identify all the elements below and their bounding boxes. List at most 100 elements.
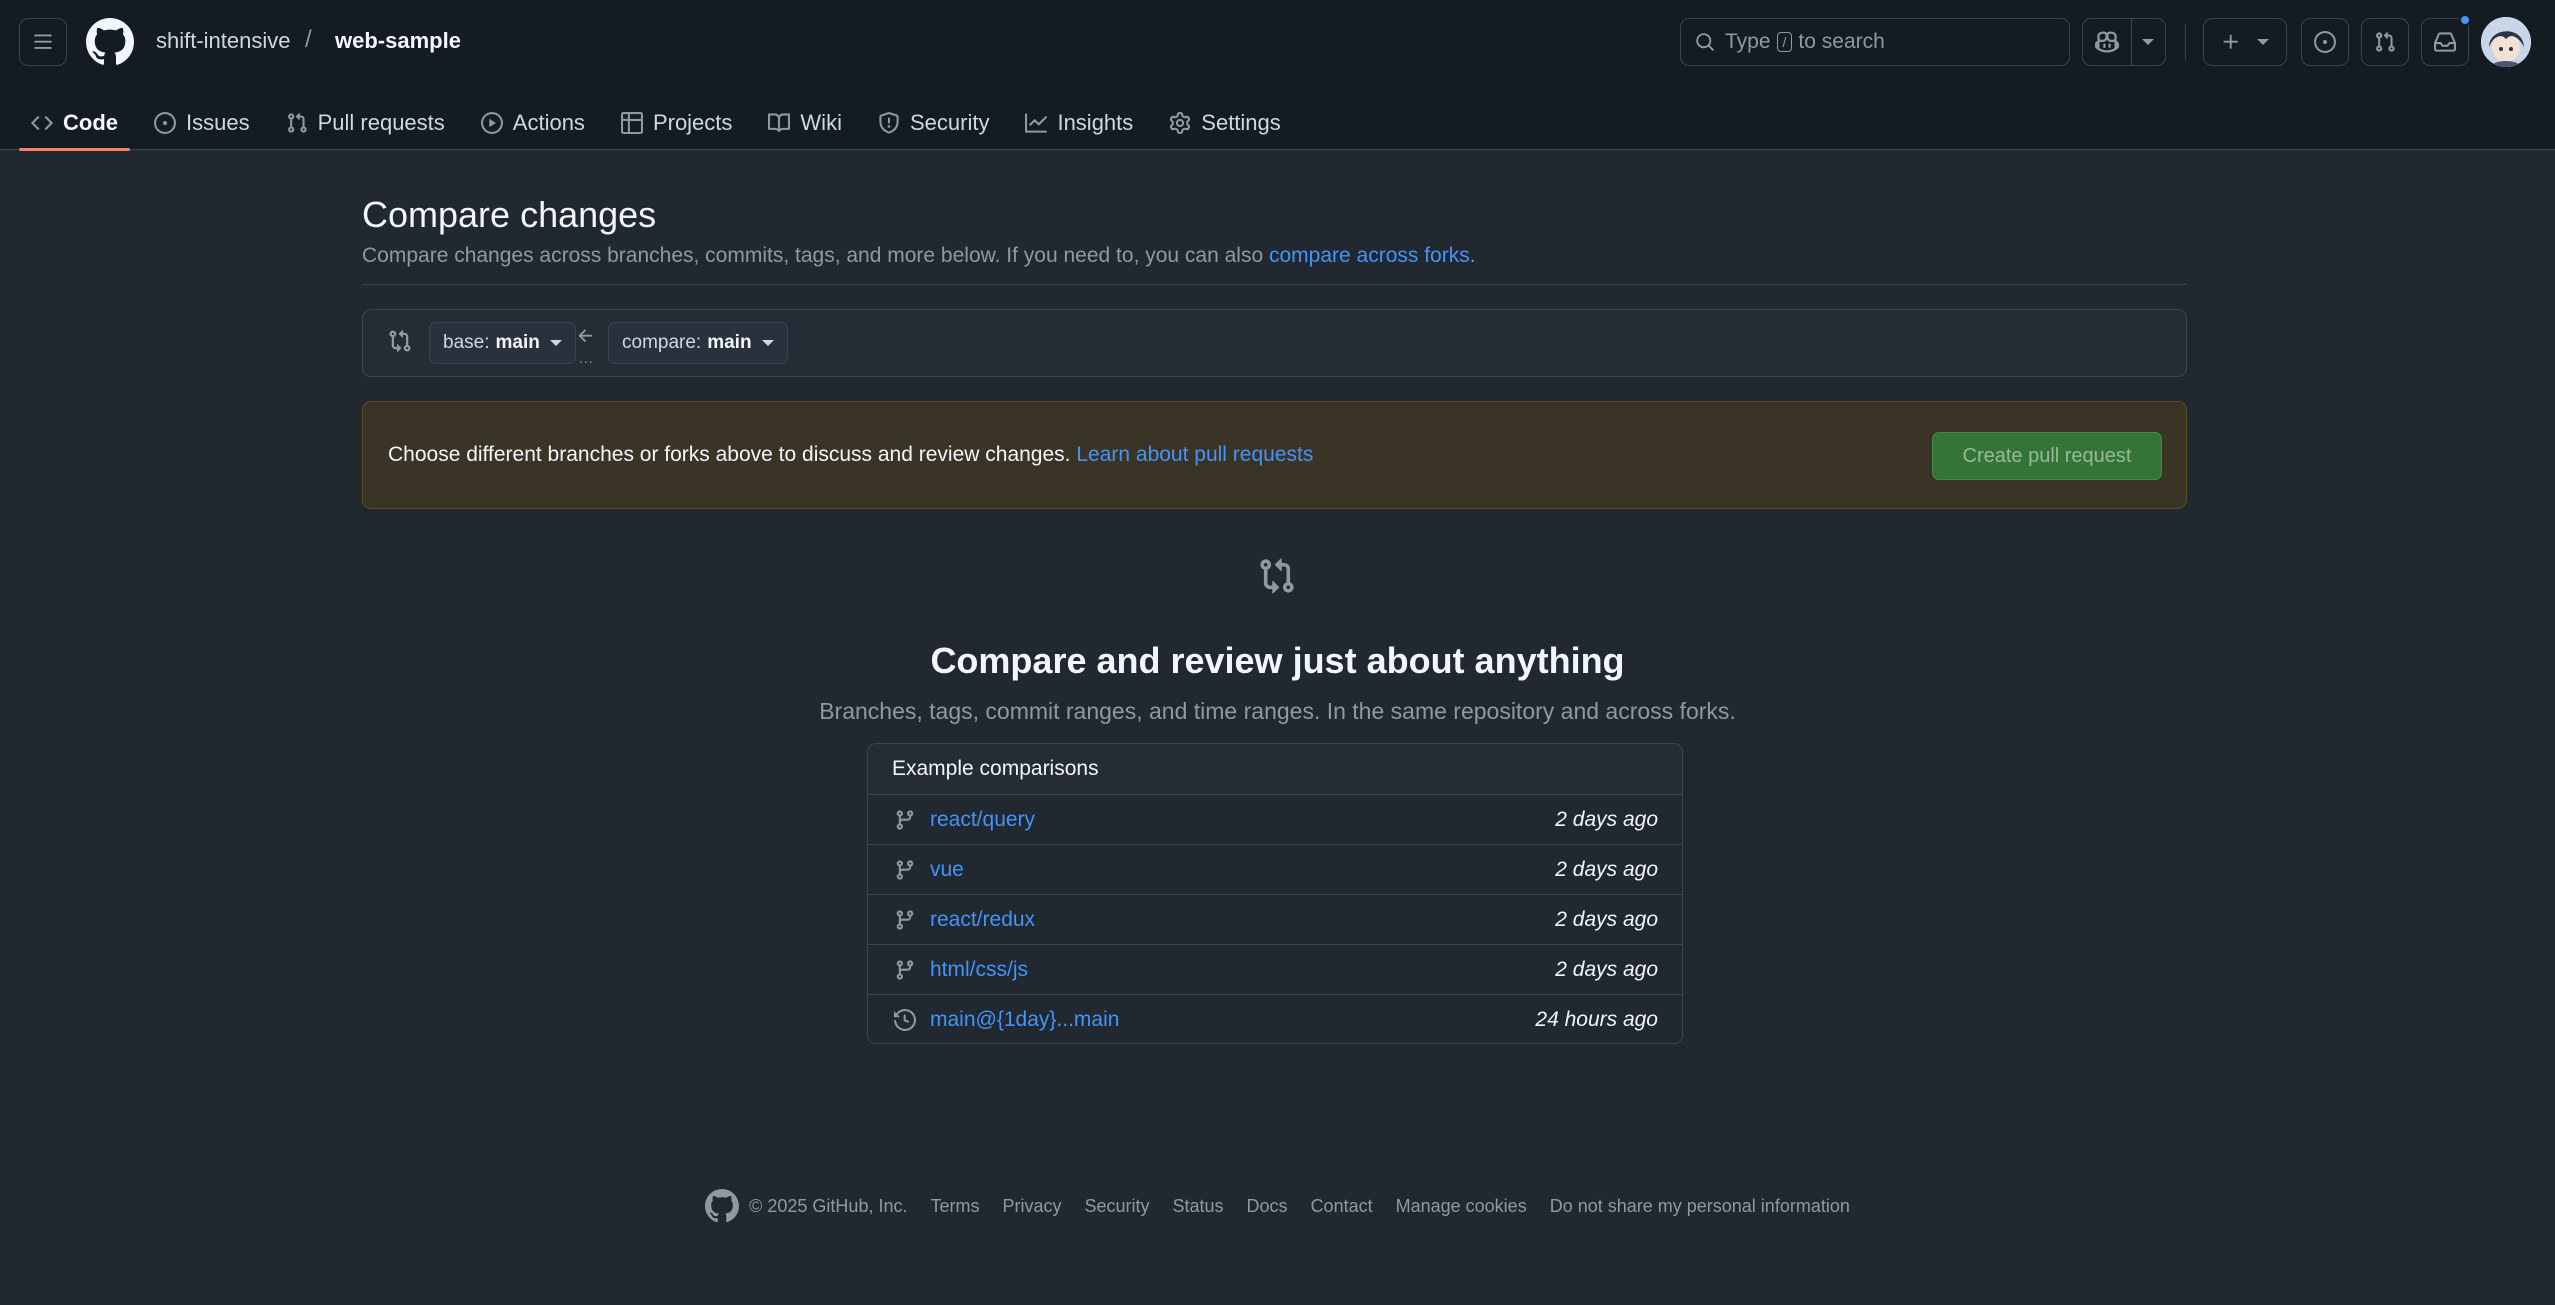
copyright-text: © 2025 GitHub, Inc. bbox=[749, 1195, 908, 1216]
search-suffix: to search bbox=[1798, 30, 1885, 53]
comparison-time: 2 days ago bbox=[1555, 857, 1658, 881]
git-compare-icon bbox=[389, 329, 411, 353]
tab-insights[interactable]: Insights bbox=[1013, 96, 1145, 150]
hamburger-icon bbox=[34, 34, 52, 49]
footer-link-contact[interactable]: Contact bbox=[1311, 1196, 1373, 1217]
tab-settings[interactable]: Settings bbox=[1157, 96, 1293, 150]
gear-icon bbox=[1170, 112, 1191, 134]
header-divider bbox=[2185, 24, 2186, 60]
git-compare-icon bbox=[1260, 558, 1294, 594]
breadcrumb-owner[interactable]: shift-intensive bbox=[156, 28, 291, 54]
tab-projects[interactable]: Projects bbox=[609, 96, 744, 150]
tab-label: Insights bbox=[1057, 110, 1134, 135]
issues-button[interactable] bbox=[2301, 18, 2349, 66]
search-prefix: Type bbox=[1725, 30, 1771, 53]
avatar[interactable] bbox=[2481, 17, 2531, 67]
issue-opened-icon bbox=[154, 112, 176, 134]
footer-link-status[interactable]: Status bbox=[1173, 1196, 1224, 1217]
footer-link-terms[interactable]: Terms bbox=[930, 1196, 979, 1217]
issue-opened-icon bbox=[2314, 31, 2336, 53]
play-icon bbox=[480, 112, 503, 134]
triangle-down-icon bbox=[549, 340, 562, 346]
notification-indicator bbox=[2459, 14, 2471, 26]
footer-link-privacy[interactable]: Privacy bbox=[1002, 1196, 1061, 1217]
base-branch: main bbox=[495, 332, 540, 353]
comparison-link[interactable]: main@{1day}...main bbox=[930, 1008, 1119, 1032]
git-branch-icon bbox=[896, 809, 914, 830]
tab-wiki[interactable]: Wiki bbox=[756, 96, 854, 150]
user-avatar-icon bbox=[2481, 17, 2531, 67]
footer-link-manage-cookies[interactable]: Manage cookies bbox=[1396, 1196, 1527, 1217]
tab-label: Settings bbox=[1201, 110, 1281, 135]
list-item: react/query 2 days ago bbox=[868, 795, 1682, 845]
tab-pull-requests[interactable]: Pull requests bbox=[274, 96, 457, 150]
git-pull-request-icon bbox=[2376, 31, 2395, 52]
breadcrumb-repo[interactable]: web-sample bbox=[335, 28, 461, 54]
tab-label: Issues bbox=[186, 110, 250, 135]
pull-requests-button[interactable] bbox=[2361, 18, 2409, 66]
list-item: vue 2 days ago bbox=[868, 845, 1682, 895]
blankslate-subtitle: Branches, tags, commit ranges, and time … bbox=[819, 698, 1736, 724]
tab-actions[interactable]: Actions bbox=[469, 96, 597, 150]
github-logo-icon[interactable] bbox=[705, 1189, 740, 1223]
copilot-button[interactable] bbox=[2083, 19, 2132, 65]
list-item: react/redux 2 days ago bbox=[868, 895, 1682, 945]
git-branch-icon bbox=[896, 859, 914, 880]
git-pull-request-icon bbox=[287, 112, 307, 133]
tab-code[interactable]: Code bbox=[19, 96, 130, 151]
repo-nav: Code Issues Pull requests Actions Projec… bbox=[19, 96, 1305, 151]
breadcrumb-separator: / bbox=[305, 26, 312, 53]
comparison-link[interactable]: html/css/js bbox=[930, 958, 1028, 982]
app-header: shift-intensive / web-sample Type / to s… bbox=[0, 0, 2555, 151]
range-dots: ... bbox=[579, 350, 594, 366]
tab-issues[interactable]: Issues bbox=[142, 96, 262, 150]
page-subtitle: Compare changes across branches, commits… bbox=[362, 244, 1476, 268]
search-shortcut-key: / bbox=[1776, 32, 1793, 52]
graph-icon bbox=[1025, 113, 1048, 133]
comparison-link[interactable]: react/query bbox=[930, 808, 1035, 832]
footer-link-do-not-share[interactable]: Do not share my personal information bbox=[1550, 1196, 1850, 1217]
menu-button[interactable] bbox=[19, 18, 67, 66]
learn-pull-requests-link[interactable]: Learn about pull requests bbox=[1076, 443, 1313, 466]
page-subtitle-end: . bbox=[1469, 244, 1476, 267]
range-editor: base: main ... compare: main bbox=[362, 309, 2187, 377]
tab-label: Wiki bbox=[800, 110, 842, 135]
base-branch-select[interactable]: base: main bbox=[429, 322, 576, 364]
triangle-down-icon bbox=[2142, 39, 2155, 45]
list-item: main@{1day}...main 24 hours ago bbox=[868, 995, 1682, 1043]
tab-security[interactable]: Security bbox=[866, 96, 1001, 150]
search-input[interactable]: Type / to search bbox=[1680, 18, 2070, 66]
base-prefix: base: bbox=[443, 332, 490, 353]
tab-label: Security bbox=[909, 110, 990, 135]
comparison-link[interactable]: react/redux bbox=[930, 908, 1035, 932]
tab-label: Actions bbox=[512, 110, 585, 135]
compare-branch-select[interactable]: compare: main bbox=[608, 322, 788, 364]
search-icon bbox=[1696, 33, 1714, 51]
copilot-icon bbox=[2094, 31, 2119, 53]
copilot-menu-button[interactable] bbox=[2132, 19, 2165, 65]
shield-icon bbox=[879, 112, 899, 134]
footer-link-security[interactable]: Security bbox=[1084, 1196, 1149, 1217]
create-new-button[interactable] bbox=[2203, 18, 2287, 66]
comparison-time: 2 days ago bbox=[1555, 907, 1658, 931]
comparison-link[interactable]: vue bbox=[930, 858, 964, 882]
footer: © 2025 GitHub, Inc. Terms Privacy Securi… bbox=[0, 1189, 2555, 1223]
tab-label: Code bbox=[63, 110, 118, 135]
code-icon bbox=[31, 116, 53, 130]
plus-icon bbox=[2223, 34, 2238, 49]
triangle-down-icon bbox=[761, 340, 774, 346]
example-comparisons-header: Example comparisons bbox=[868, 744, 1682, 795]
divider bbox=[362, 284, 2187, 285]
blankslate-title: Compare and review just about anything bbox=[930, 640, 1625, 681]
git-branch-icon bbox=[896, 909, 914, 930]
compare-branch: main bbox=[707, 332, 752, 353]
create-pull-request-button[interactable]: Create pull request bbox=[1932, 432, 2162, 480]
footer-link-docs[interactable]: Docs bbox=[1247, 1196, 1288, 1217]
git-branch-icon bbox=[896, 959, 914, 980]
github-logo-icon[interactable] bbox=[86, 18, 134, 66]
comparison-time: 2 days ago bbox=[1555, 807, 1658, 831]
flash-text: Choose different branches or forks above… bbox=[388, 443, 1071, 466]
comparison-time: 24 hours ago bbox=[1535, 1008, 1658, 1031]
compare-across-forks-link[interactable]: compare across forks bbox=[1269, 244, 1470, 267]
triangle-down-icon bbox=[2257, 39, 2269, 45]
